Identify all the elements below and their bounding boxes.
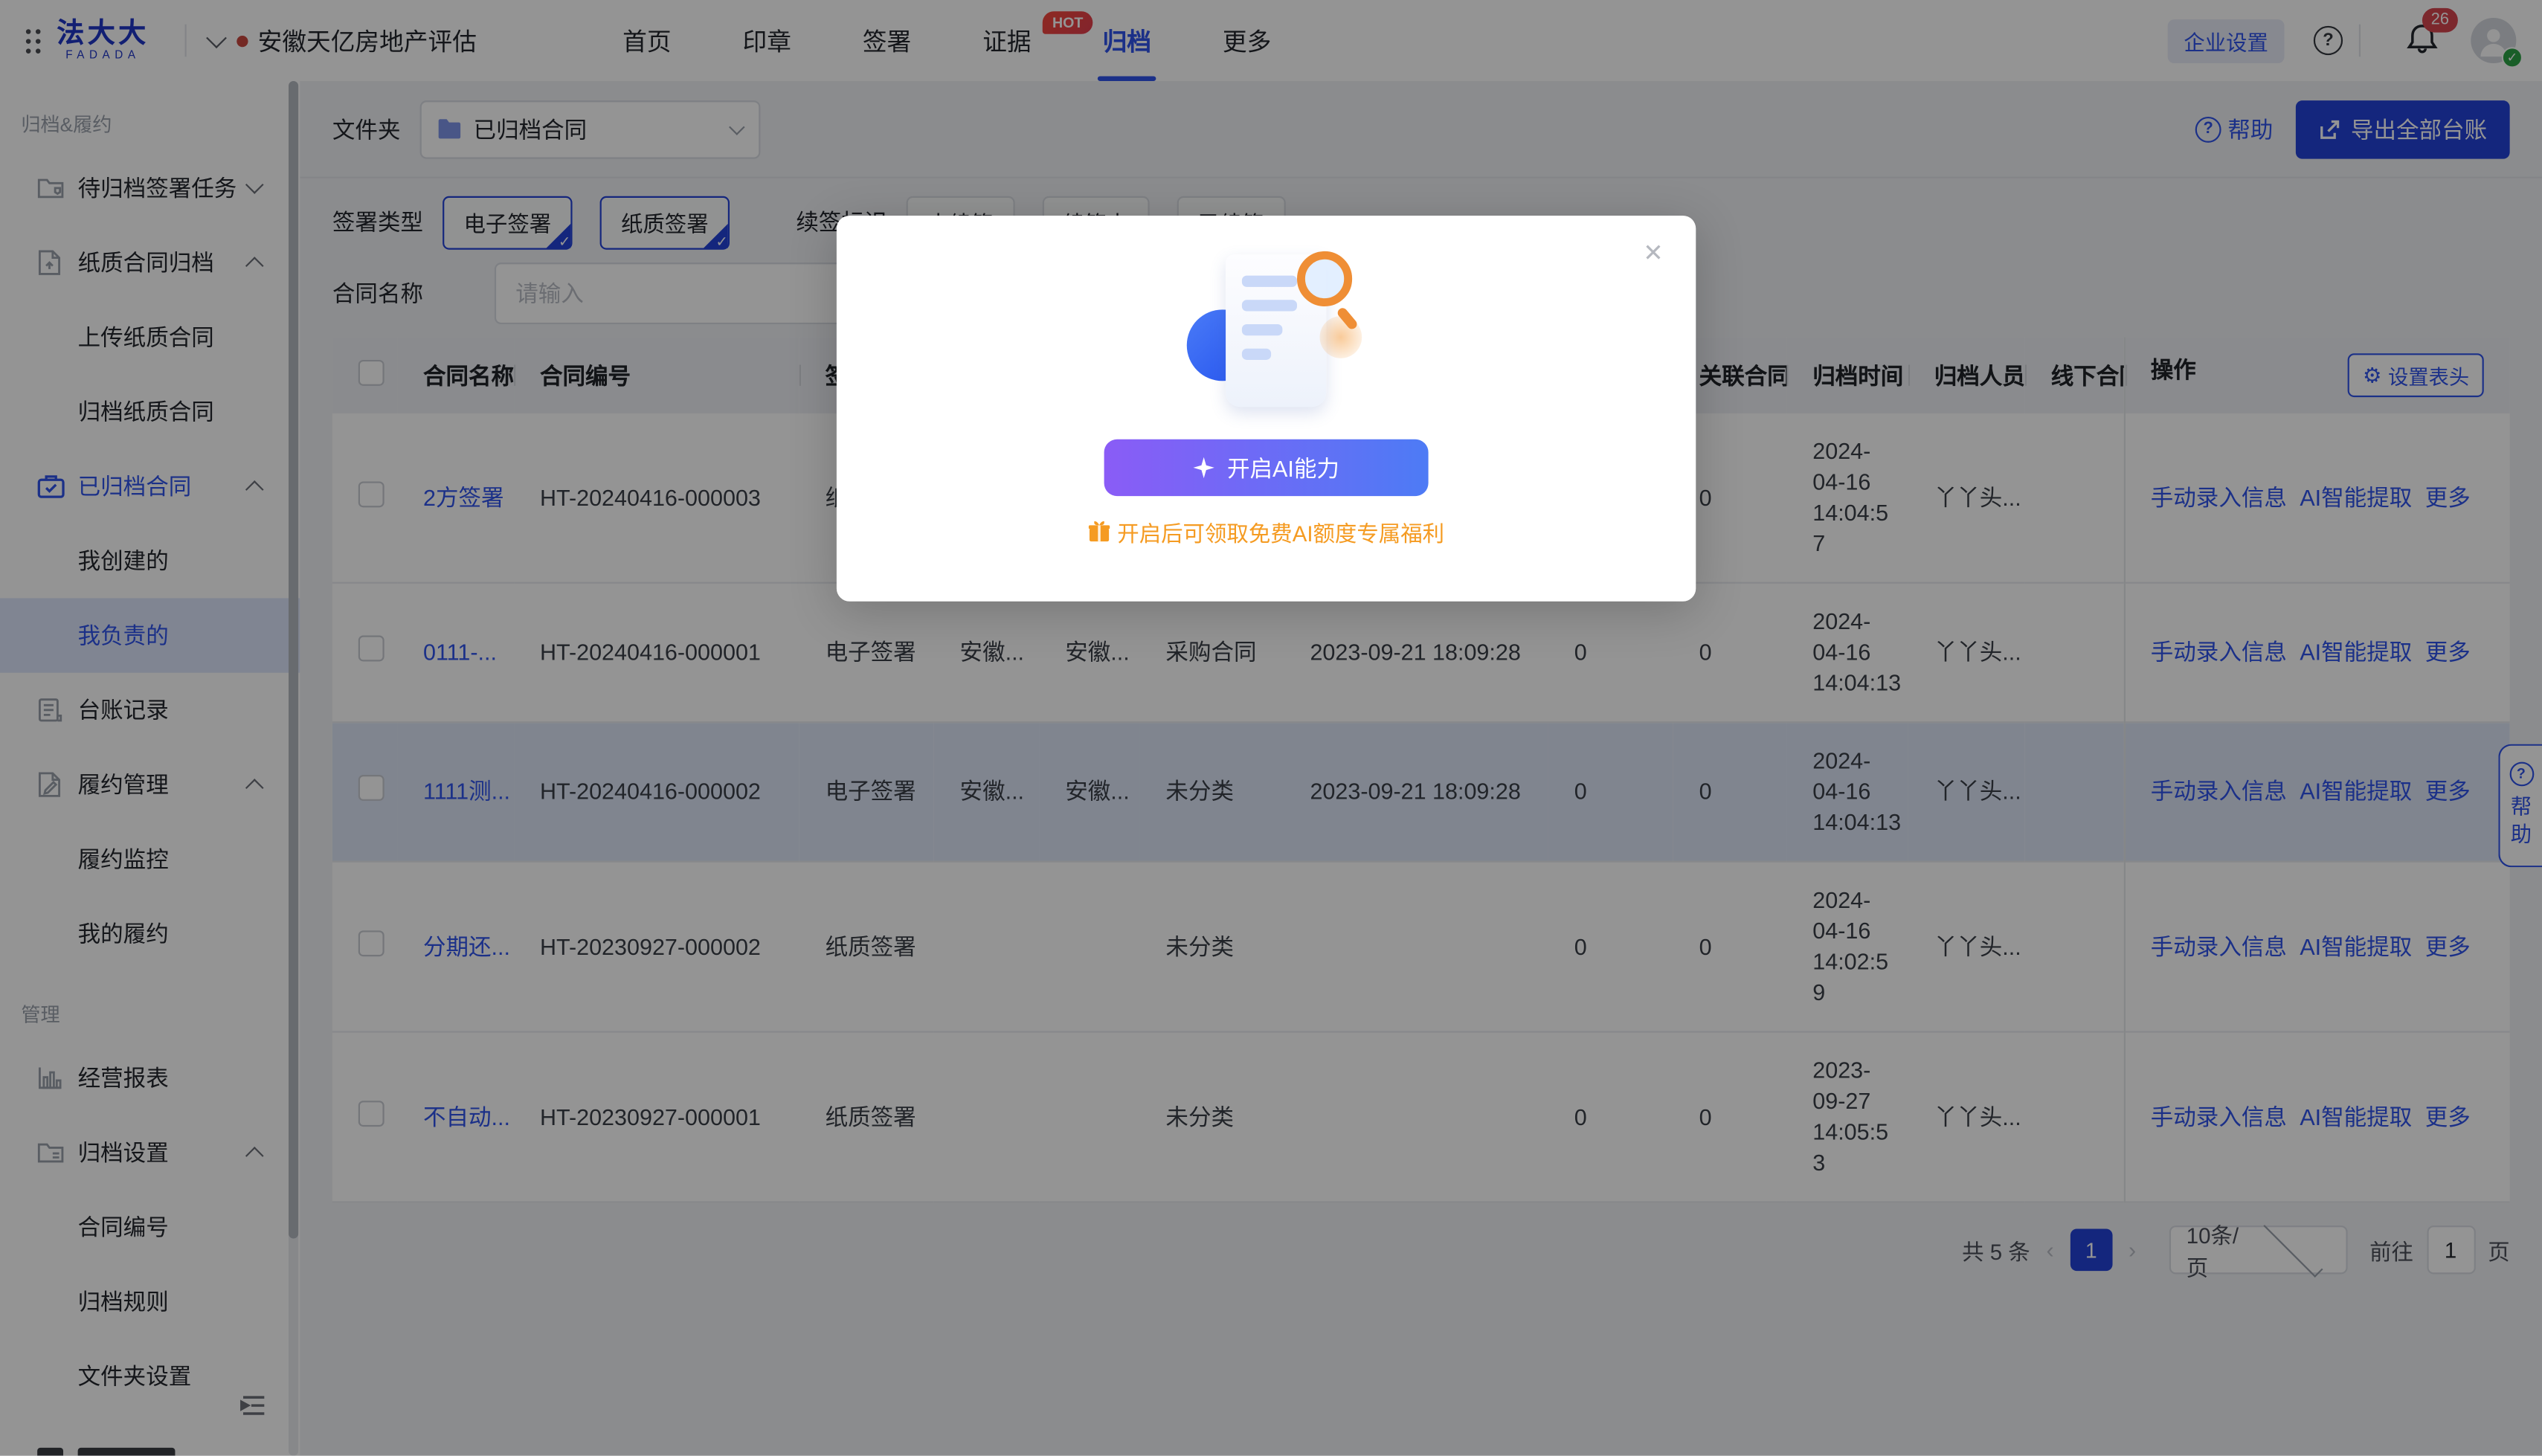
enable-ai-button[interactable]: 开启AI能力: [1104, 439, 1429, 496]
gift-icon: [1088, 521, 1111, 544]
ai-capability-modal: ✕ 开启AI能力 开启后可领取免费AI额度专属福利: [837, 216, 1696, 602]
app-window: 法大大 FADADA 安徽天亿房地产评估 首页印章签署证据HOT归档更多 企业设…: [0, 0, 2542, 1456]
sparkle-icon: [1193, 457, 1214, 478]
close-icon[interactable]: ✕: [1643, 238, 1663, 267]
ai-benefit-note: 开启后可领取免费AI额度专属福利: [837, 515, 1696, 548]
ai-search-illustration: [1177, 251, 1356, 420]
